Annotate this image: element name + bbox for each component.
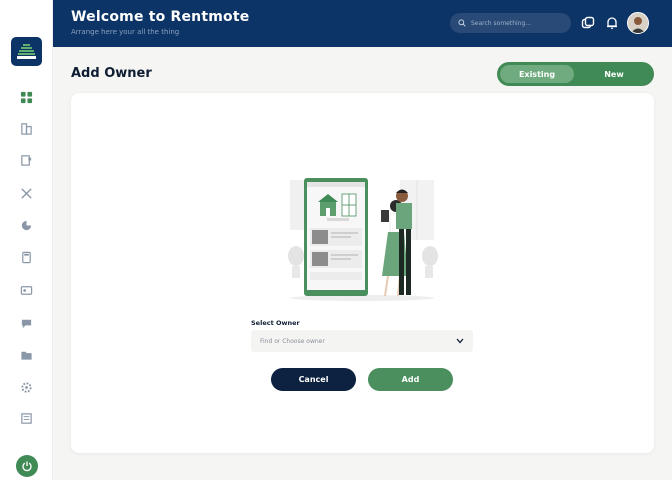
- pie-chart-icon: [21, 220, 31, 230]
- sidebar-item-documents[interactable]: [19, 153, 33, 167]
- sidebar-item-analytics[interactable]: [19, 218, 33, 232]
- sidebar-item-contacts[interactable]: [19, 283, 33, 297]
- page-title: Add Owner: [71, 66, 152, 81]
- owner-select-dropdown[interactable]: Find or Choose owner: [251, 330, 473, 352]
- add-button[interactable]: Add: [368, 368, 453, 391]
- toggle-existing[interactable]: Existing: [500, 65, 574, 83]
- logo-building-icon: [17, 44, 36, 59]
- notification-bell-icon[interactable]: [605, 16, 619, 30]
- sidebar-item-accounting[interactable]: [19, 250, 33, 264]
- sidebar-item-files[interactable]: [19, 348, 33, 362]
- sidebar-item-reports[interactable]: [19, 411, 33, 425]
- sidebar-item-settings[interactable]: [19, 380, 33, 394]
- search-box[interactable]: [450, 13, 571, 33]
- owner-illustration: [288, 178, 438, 301]
- app-logo[interactable]: [11, 37, 42, 66]
- sidebar-item-properties[interactable]: [19, 121, 33, 135]
- chevron-down-icon: [456, 338, 464, 344]
- calculator-icon: [21, 251, 31, 263]
- dashboard-icon: [20, 91, 32, 103]
- folder-icon: [20, 351, 32, 360]
- owner-mode-toggle: Existing New: [497, 62, 654, 86]
- sidebar-item-dashboard[interactable]: [19, 90, 33, 104]
- toggle-new[interactable]: New: [577, 65, 651, 83]
- cancel-button[interactable]: Cancel: [271, 368, 356, 391]
- user-avatar[interactable]: [627, 12, 649, 34]
- document-icon: [20, 154, 31, 166]
- welcome-title: Welcome to Rentmote: [71, 9, 250, 25]
- sidebar-item-messages[interactable]: [19, 316, 33, 330]
- report-icon: [20, 412, 32, 424]
- sidebar-item-maintenance[interactable]: [19, 186, 33, 200]
- settings-icon: [20, 381, 32, 393]
- owner-select-placeholder: Find or Choose owner: [260, 337, 325, 345]
- power-icon: [22, 461, 32, 472]
- sidebar: [0, 0, 53, 480]
- building-icon: [20, 122, 32, 135]
- user-photo-icon: [628, 13, 648, 33]
- search-input[interactable]: [471, 19, 561, 27]
- welcome-subtitle: Arrange here your all the thing: [71, 28, 180, 36]
- chat-icon: [21, 319, 31, 328]
- contact-card-icon: [20, 285, 32, 295]
- select-owner-label: Select Owner: [251, 319, 300, 327]
- tools-icon: [20, 187, 32, 199]
- search-icon: [458, 19, 466, 27]
- top-header: Welcome to Rentmote Arrange here your al…: [53, 0, 672, 47]
- logout-button[interactable]: [16, 455, 38, 477]
- chat-bubbles-icon[interactable]: [581, 16, 595, 30]
